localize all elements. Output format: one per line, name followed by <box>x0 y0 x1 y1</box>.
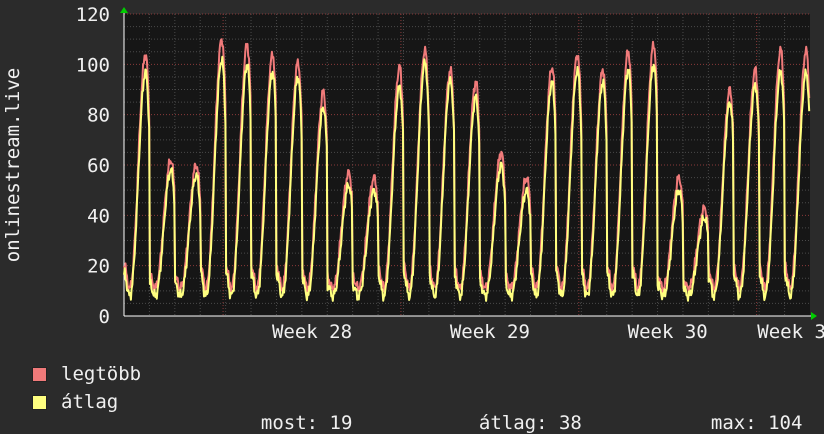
y-axis: 0 20 40 60 80 100 120 <box>76 4 125 328</box>
y-tick-label: 80 <box>87 105 110 127</box>
stat-atlag: átlag: 38 <box>456 390 582 434</box>
stat-atlag-label: átlag: <box>478 412 548 434</box>
x-tick-label: Week 28 <box>272 321 352 343</box>
x-tick-label: Week 30 <box>628 321 708 343</box>
y-tick-label: 60 <box>87 155 110 177</box>
stat-atlag-value: 38 <box>558 412 582 434</box>
y-axis-arrow <box>120 7 128 13</box>
stat-most: most: 19 <box>238 390 353 434</box>
y-tick-label: 20 <box>87 256 110 278</box>
x-tick-label: Week 29 <box>450 321 530 343</box>
legend-label-max: legtöbb <box>61 363 142 385</box>
y-tick-label: 100 <box>76 54 110 76</box>
legend-item-avg: átlag <box>32 390 118 414</box>
x-tick-label: Week 31 <box>757 321 824 343</box>
legend-label-avg: átlag <box>61 391 119 413</box>
y-tick-label: 40 <box>87 205 110 227</box>
stat-max-value: 104 <box>768 412 803 434</box>
y-axis-label: onlinestream.live <box>2 68 24 262</box>
y-tick-label: 0 <box>99 306 110 328</box>
stat-max: max: 104 <box>688 390 803 434</box>
legend-item-max: legtöbb <box>32 362 141 386</box>
stat-most-label: most: <box>260 412 319 434</box>
chart-canvas: 020406080100120 Week 28 Week 29 Week 30 Wee… <box>2 4 824 343</box>
stat-most-value: 19 <box>329 412 353 434</box>
legend-swatch-max <box>32 366 47 382</box>
y-tick-label: 120 <box>76 4 110 26</box>
legend-swatch-avg <box>32 394 47 410</box>
x-axis: Week 28 Week 29 Week 30 Week 31 <box>124 315 824 343</box>
x-axis-arrow <box>811 312 817 320</box>
stat-max-label: max: <box>710 412 757 434</box>
